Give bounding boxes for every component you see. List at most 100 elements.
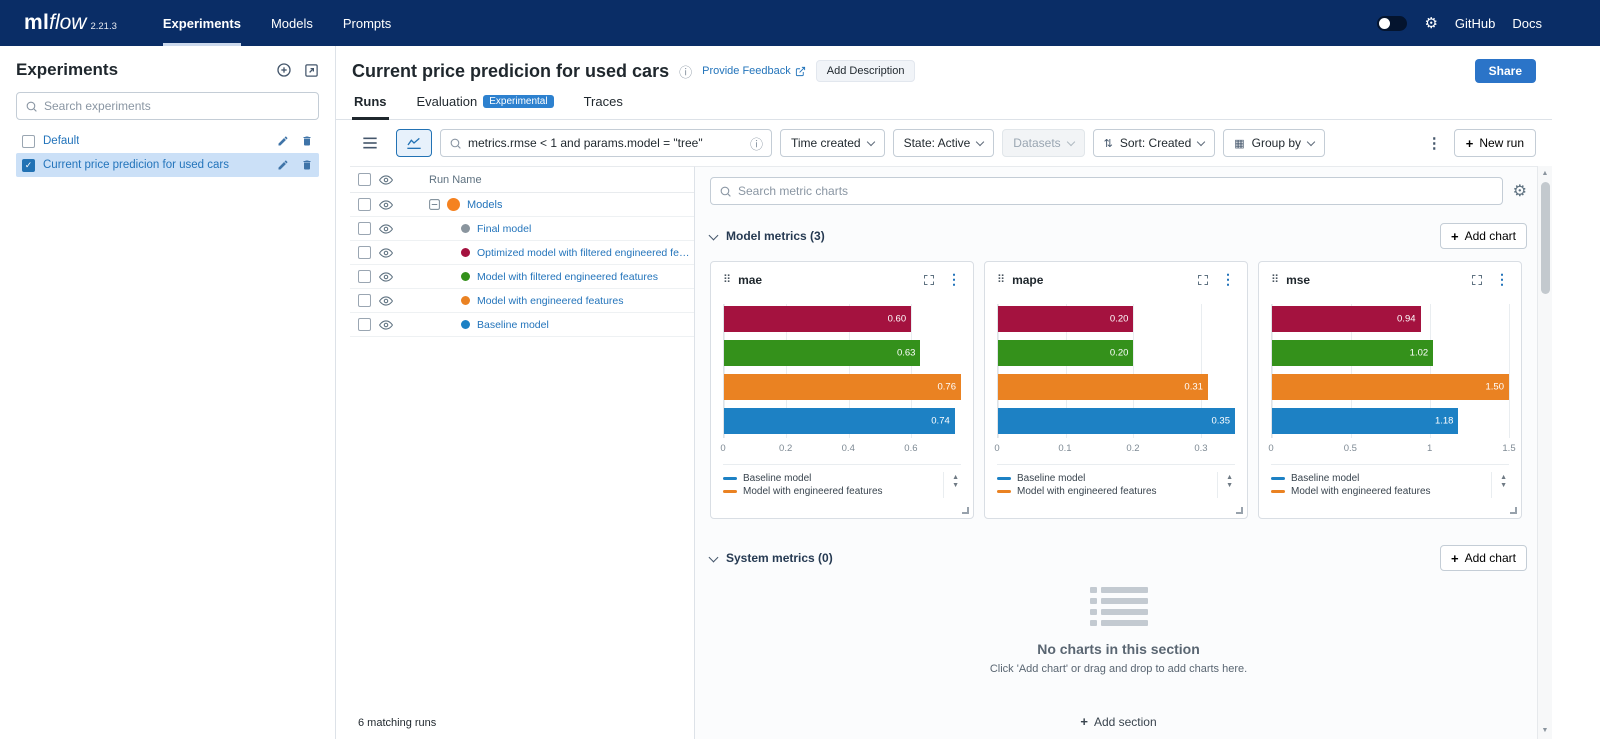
info-icon[interactable]: ⓘ bbox=[679, 62, 692, 81]
edit-pencil-icon[interactable] bbox=[277, 135, 289, 147]
section-title[interactable]: System metrics (0) bbox=[726, 551, 833, 565]
legend-pager[interactable]: ▲▼ bbox=[1491, 472, 1509, 498]
select-all-checkbox[interactable] bbox=[358, 173, 371, 186]
section-collapse-icon[interactable] bbox=[709, 552, 719, 562]
list-view-button[interactable] bbox=[352, 129, 388, 157]
github-link[interactable]: GitHub bbox=[1455, 13, 1495, 34]
run-row-4[interactable]: Baseline model bbox=[350, 313, 694, 337]
legend-item[interactable]: Baseline model bbox=[1271, 472, 1491, 485]
run-row-1[interactable]: Optimized model with filtered engineered… bbox=[350, 241, 694, 265]
visibility-toggle-icon[interactable] bbox=[379, 270, 393, 284]
chart-menu-icon[interactable]: ⋮ bbox=[1221, 271, 1235, 288]
create-experiment-icon[interactable] bbox=[276, 62, 292, 78]
legend-pager[interactable]: ▲▼ bbox=[1217, 472, 1235, 498]
visibility-toggle-icon[interactable] bbox=[379, 222, 393, 236]
experiment-search-input[interactable] bbox=[44, 99, 310, 113]
add-section-button[interactable]: +Add section bbox=[1080, 714, 1156, 729]
run-name-link[interactable]: Model with engineered features bbox=[477, 295, 624, 307]
experiment-checkbox[interactable] bbox=[22, 135, 35, 148]
drag-handle-icon[interactable]: ⠿ bbox=[997, 273, 1005, 286]
add-description-button[interactable]: Add Description bbox=[816, 60, 916, 82]
run-checkbox[interactable] bbox=[358, 318, 371, 331]
visibility-toggle-icon[interactable] bbox=[379, 318, 393, 332]
query-info-icon[interactable]: ⓘ bbox=[750, 134, 763, 153]
scroll-down-icon[interactable]: ▼ bbox=[1542, 726, 1549, 736]
toolbar-kebab-icon[interactable]: ⋮ bbox=[1423, 134, 1446, 152]
run-row-3[interactable]: Model with engineered features bbox=[350, 289, 694, 313]
models-group-link[interactable]: Models bbox=[467, 199, 502, 211]
legend-up-icon[interactable]: ▲ bbox=[1226, 474, 1233, 481]
fullscreen-icon[interactable] bbox=[1197, 274, 1209, 286]
run-name-column-header[interactable]: Run Name bbox=[429, 174, 482, 186]
run-checkbox[interactable] bbox=[358, 198, 371, 211]
run-checkbox[interactable] bbox=[358, 294, 371, 307]
run-name-link[interactable]: Final model bbox=[477, 223, 531, 235]
legend-item[interactable]: Model with engineered features bbox=[997, 485, 1217, 498]
bar[interactable]: 0.74 bbox=[724, 408, 955, 434]
add-chart-button[interactable]: +Add chart bbox=[1440, 545, 1527, 571]
filter-state[interactable]: State: Active bbox=[893, 129, 995, 157]
nav-item-models[interactable]: Models bbox=[271, 0, 313, 46]
legend-pager[interactable]: ▲▼ bbox=[943, 472, 961, 498]
run-row-0[interactable]: Final model bbox=[350, 217, 694, 241]
resize-handle-icon[interactable] bbox=[1236, 507, 1243, 514]
bar[interactable]: 0.63 bbox=[724, 340, 920, 366]
settings-gear-icon[interactable]: ⚙ bbox=[1424, 16, 1437, 31]
tab-evaluation[interactable]: EvaluationExperimental bbox=[415, 90, 556, 120]
provide-feedback-link[interactable]: Provide Feedback bbox=[702, 65, 806, 77]
drag-handle-icon[interactable]: ⠿ bbox=[723, 273, 731, 286]
visibility-toggle-icon[interactable] bbox=[379, 246, 393, 260]
visibility-toggle-icon[interactable] bbox=[379, 198, 393, 212]
bar[interactable]: 0.76 bbox=[724, 374, 961, 400]
runs-query-input[interactable] bbox=[468, 136, 744, 150]
filter-sort[interactable]: ⇅Sort: Created bbox=[1093, 129, 1216, 157]
bar[interactable]: 0.60 bbox=[724, 306, 911, 332]
legend-down-icon[interactable]: ▼ bbox=[1226, 482, 1233, 489]
bar[interactable]: 0.20 bbox=[998, 306, 1133, 332]
new-run-button[interactable]: +New run bbox=[1454, 129, 1536, 157]
run-row-2[interactable]: Model with filtered engineered features bbox=[350, 265, 694, 289]
scrollbar-thumb[interactable] bbox=[1541, 182, 1550, 294]
section-title[interactable]: Model metrics (3) bbox=[726, 229, 825, 243]
legend-item[interactable]: Model with engineered features bbox=[723, 485, 943, 498]
run-checkbox[interactable] bbox=[358, 222, 371, 235]
bar[interactable]: 1.50 bbox=[1272, 374, 1509, 400]
docs-link[interactable]: Docs bbox=[1512, 13, 1542, 34]
bar[interactable]: 1.02 bbox=[1272, 340, 1433, 366]
chart-view-button[interactable] bbox=[396, 129, 432, 157]
chart-menu-icon[interactable]: ⋮ bbox=[947, 271, 961, 288]
experiment-item-default[interactable]: Default bbox=[16, 129, 319, 153]
tab-traces[interactable]: Traces bbox=[582, 90, 625, 120]
bar[interactable]: 1.18 bbox=[1272, 408, 1458, 434]
open-new-window-icon[interactable] bbox=[304, 63, 319, 78]
legend-item[interactable]: Model with engineered features bbox=[1271, 485, 1491, 498]
run-group-row[interactable]: Models bbox=[350, 193, 694, 217]
resize-handle-icon[interactable] bbox=[962, 507, 969, 514]
add-chart-button[interactable]: +Add chart bbox=[1440, 223, 1527, 249]
legend-up-icon[interactable]: ▲ bbox=[1500, 474, 1507, 481]
bar[interactable]: 0.35 bbox=[998, 408, 1235, 434]
metric-charts-search-box[interactable] bbox=[710, 177, 1503, 205]
legend-item[interactable]: Baseline model bbox=[723, 472, 943, 485]
share-button[interactable]: Share bbox=[1475, 59, 1536, 83]
visibility-toggle-icon[interactable] bbox=[379, 294, 393, 308]
collapse-group-icon[interactable] bbox=[429, 199, 440, 210]
fullscreen-icon[interactable] bbox=[923, 274, 935, 286]
mlflow-logo[interactable]: mlflow 2.21.3 bbox=[24, 11, 117, 35]
run-name-link[interactable]: Baseline model bbox=[477, 319, 549, 331]
experiment-search-box[interactable] bbox=[16, 92, 319, 120]
tab-runs[interactable]: Runs bbox=[352, 90, 389, 120]
delete-trash-icon[interactable] bbox=[301, 159, 313, 171]
section-collapse-icon[interactable] bbox=[709, 230, 719, 240]
vertical-scrollbar[interactable]: ▲ ▼ bbox=[1537, 166, 1552, 739]
legend-down-icon[interactable]: ▼ bbox=[952, 482, 959, 489]
theme-toggle[interactable] bbox=[1377, 16, 1407, 31]
experiment-link[interactable]: Default bbox=[43, 135, 79, 147]
visibility-column-icon[interactable] bbox=[379, 173, 393, 187]
runs-search-box[interactable]: ⓘ bbox=[440, 129, 772, 157]
fullscreen-icon[interactable] bbox=[1471, 274, 1483, 286]
run-name-link[interactable]: Model with filtered engineered features bbox=[477, 271, 658, 283]
charts-settings-gear-icon[interactable]: ⚙ bbox=[1513, 181, 1527, 201]
resize-handle-icon[interactable] bbox=[1510, 507, 1517, 514]
scroll-up-icon[interactable]: ▲ bbox=[1542, 169, 1549, 179]
